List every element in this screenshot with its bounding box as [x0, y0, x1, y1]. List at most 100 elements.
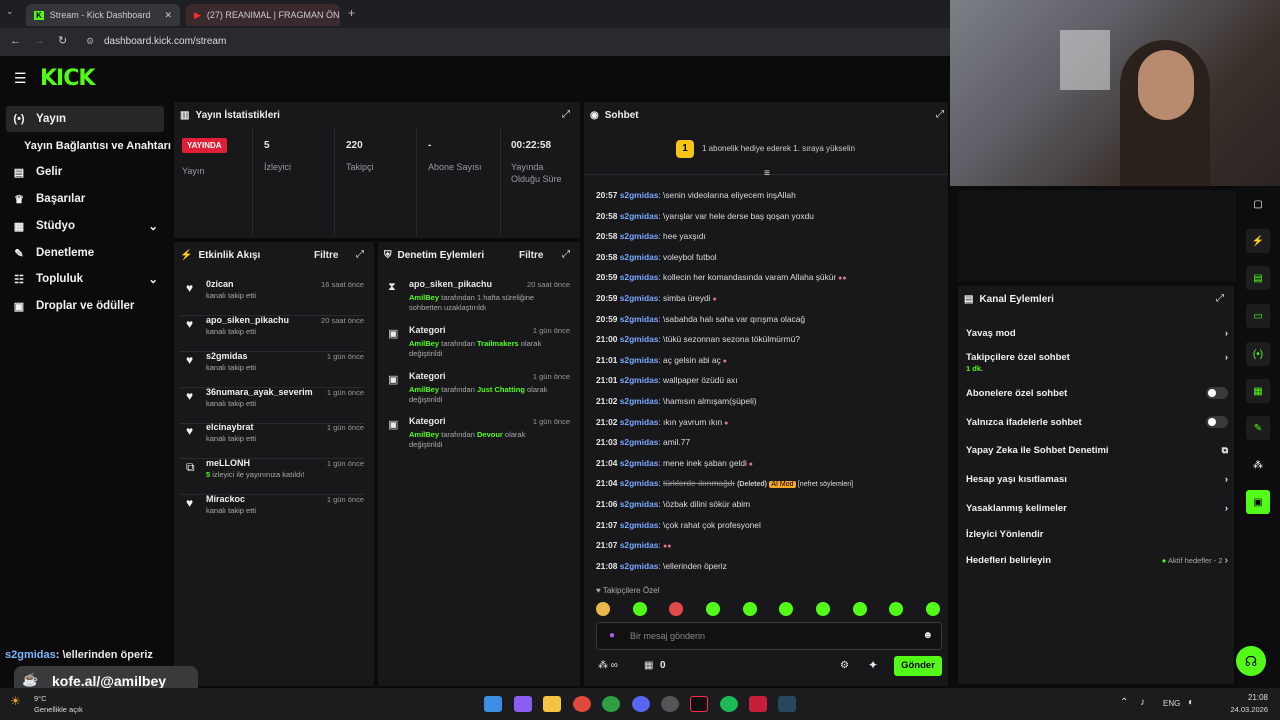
clock-date[interactable]: 24.03.2026: [1226, 705, 1268, 714]
emote-icon[interactable]: [705, 602, 720, 616]
moderation-item[interactable]: ▣ Kategori 1 gün önce AmilBey tarafından De…: [384, 416, 570, 458]
obs-icon[interactable]: [661, 696, 679, 712]
copilot-icon[interactable]: [514, 696, 532, 712]
emoji-picker-icon[interactable]: ☻: [922, 630, 933, 641]
moderation-item[interactable]: ▣ Kategori 1 gün önce AmilBey tarafından Tr…: [384, 325, 570, 367]
follower-chat-item[interactable]: Takipçilere özel sohbet 1 dk. ›: [966, 352, 1228, 374]
emote-chat-item[interactable]: Yalnızca ifadelerle sohbet: [966, 416, 1228, 428]
filter-lines-icon[interactable]: ≡: [764, 168, 770, 179]
sidebar-item-yayin[interactable]: (•) Yayın: [6, 106, 164, 132]
emote-icon[interactable]: [742, 602, 757, 616]
chat-message[interactable]: 21:01 s2gmidas: aç gelsin abi aç ●: [596, 355, 946, 365]
chrome-alt-icon[interactable]: [602, 696, 620, 712]
app-icon[interactable]: ▣: [1246, 490, 1270, 514]
chat-message[interactable]: 21:01 s2gmidas: wallpaper özüdü axı: [596, 375, 946, 385]
chat-message[interactable]: 21:07 s2gmidas: \çok rahat çok profesyon…: [596, 520, 946, 530]
chat-message[interactable]: 21:08 s2gmidas: \ellerinden öperiz: [596, 561, 946, 571]
chat-message[interactable]: 21:02 s2gmidas: \hamısın almışam(şüpeli): [596, 396, 946, 406]
emote-icon[interactable]: [669, 602, 684, 616]
chat-message[interactable]: 21:06 s2gmidas: \özbak dilini sökür abim: [596, 499, 946, 509]
chat-message[interactable]: 20:58 s2gmidas: \yarışlar var hele derse…: [596, 211, 946, 221]
activity-item[interactable]: ♥ 36numara_ayak_severim kanalı takip etti 1…: [180, 387, 364, 424]
chat-message[interactable]: 20:59 s2gmidas: kollecin her komandasınd…: [596, 272, 946, 282]
tab-kick-dashboard[interactable]: K Stream - Kick Dashboard ✕: [26, 4, 180, 26]
language-indicator[interactable]: ENG: [1163, 699, 1180, 708]
screen-icon[interactable]: ▢: [1246, 192, 1270, 216]
chat-username[interactable]: s2gmidas: [620, 314, 659, 324]
chat-username[interactable]: s2gmidas: [620, 355, 659, 365]
chat-username[interactable]: s2gmidas: [620, 561, 659, 571]
reload-icon[interactable]: ↻: [58, 34, 67, 47]
send-button[interactable]: Gönder: [894, 656, 942, 676]
chat-username[interactable]: s2gmidas: [620, 437, 659, 447]
chat-username[interactable]: s2gmidas: [620, 396, 659, 406]
sidebar-item-droplar[interactable]: ▣ Droplar ve ödüller: [6, 293, 164, 319]
chat-message[interactable]: 20:58 s2gmidas: hee yaxşıdı: [596, 231, 946, 241]
emote-icon[interactable]: [815, 602, 830, 616]
new-tab-icon[interactable]: +: [348, 6, 355, 20]
sidebar-item-denetleme[interactable]: ✎ Denetleme: [6, 240, 164, 266]
emote-chat-toggle[interactable]: [1206, 416, 1228, 428]
chat-username[interactable]: s2gmidas: [620, 375, 659, 385]
filter-button[interactable]: Filtre: [314, 250, 338, 261]
chat-username[interactable]: s2gmidas: [620, 478, 659, 488]
back-icon[interactable]: ←: [10, 35, 21, 47]
chat-username[interactable]: s2gmidas: [620, 417, 659, 427]
chat-username[interactable]: s2gmidas: [620, 190, 659, 200]
support-icon[interactable]: ☊: [1236, 646, 1266, 676]
chrome-icon[interactable]: [573, 696, 591, 712]
emote-icon[interactable]: [779, 602, 794, 616]
sidebar-item-studyo[interactable]: ▦ Stüdyo ⌄: [6, 213, 164, 239]
banned-words-item[interactable]: Yasaklanmış kelimeler ›: [966, 503, 1228, 514]
host-item[interactable]: İzleyici Yönlendir: [966, 529, 1228, 540]
sidebar-item-stream-key[interactable]: Yayın Bağlantısı ve Anahtarı: [18, 133, 172, 159]
chat-username[interactable]: s2gmidas: [620, 252, 659, 262]
close-icon[interactable]: ✕: [164, 10, 172, 21]
clock-time[interactable]: 21:08: [1238, 693, 1268, 702]
sidebar-item-basarilar[interactable]: ♛ Başarılar: [6, 186, 164, 212]
forward-icon[interactable]: →: [34, 35, 45, 47]
chat-tool-icon[interactable]: ▭: [1246, 304, 1270, 328]
settings-icon[interactable]: ⚙: [840, 660, 849, 671]
chat-input[interactable]: ● Bir mesaj gönderin ☻: [596, 622, 942, 650]
layout-icon[interactable]: ▦: [1246, 379, 1270, 403]
menu-icon[interactable]: ☰: [14, 70, 27, 87]
filter-button[interactable]: Filtre: [519, 250, 543, 261]
tray-chevron-icon[interactable]: ⌃: [1120, 697, 1128, 708]
activity-item[interactable]: ♥ 0zican kanalı takip etti 16 saat önce: [180, 279, 364, 316]
tab-youtube[interactable]: ▶ (27) REANIMAL | FRAGMAN ÖN ✕: [186, 4, 340, 26]
network-icon[interactable]: ◐: [1188, 697, 1194, 708]
spotify-icon[interactable]: [720, 696, 738, 712]
expand-icon[interactable]: ⤢: [1216, 293, 1224, 304]
expand-icon[interactable]: ⤢: [562, 249, 570, 260]
tiktok-icon[interactable]: [690, 696, 708, 712]
activity-item[interactable]: ♥ s2gmidas kanalı takip etti 1 gün önce: [180, 351, 364, 388]
puzzle-icon[interactable]: ✦: [868, 658, 878, 672]
activity-item[interactable]: ♥ Mirackoc kanalı takip etti 1 gün önce: [180, 494, 364, 528]
chat-username[interactable]: s2gmidas: [620, 540, 659, 550]
expand-icon[interactable]: ⤢: [562, 109, 570, 120]
chat-message[interactable]: 20:59 s2gmidas: simba üreydi ●: [596, 293, 946, 303]
bolt-tool-icon[interactable]: ⚡: [1246, 229, 1270, 253]
ai-moderation-item[interactable]: Yapay Zeka ile Sohbet Denetimi ⧉: [966, 445, 1228, 456]
chat-message[interactable]: 20:58 s2gmidas: voleybol futbol: [596, 252, 946, 262]
mic-tray-icon[interactable]: ♪: [1140, 697, 1145, 708]
microphone-icon[interactable]: ●: [609, 630, 615, 641]
kick-logo[interactable]: KICK: [40, 66, 95, 91]
sidebar-item-topluluk[interactable]: ☷ Topluluk ⌄: [6, 266, 164, 292]
tab-list-icon[interactable]: ⌄: [6, 6, 14, 17]
chat-message[interactable]: 21:03 s2gmidas: amil.77: [596, 437, 946, 447]
url-input[interactable]: dashboard.kick.com/stream: [104, 36, 226, 47]
steam-icon[interactable]: [778, 696, 796, 712]
dots-icon[interactable]: ⁂: [1246, 453, 1270, 477]
emote-icon[interactable]: [889, 602, 904, 616]
start-icon[interactable]: [484, 696, 502, 712]
expand-icon[interactable]: ⤢: [356, 249, 364, 260]
emote-icon[interactable]: [925, 602, 940, 616]
chat-username[interactable]: s2gmidas: [620, 520, 659, 530]
moderation-item[interactable]: ⧗ apo_siken_pikachu 20 saat önce AmilBey ta…: [384, 279, 570, 321]
chat-message[interactable]: 21:07 s2gmidas: ●●: [596, 540, 946, 550]
folder-icon[interactable]: [543, 696, 561, 712]
chat-message[interactable]: 21:02 s2gmidas: ıkın yavrum ıkın ●: [596, 417, 946, 427]
chat-username[interactable]: s2gmidas: [620, 211, 659, 221]
